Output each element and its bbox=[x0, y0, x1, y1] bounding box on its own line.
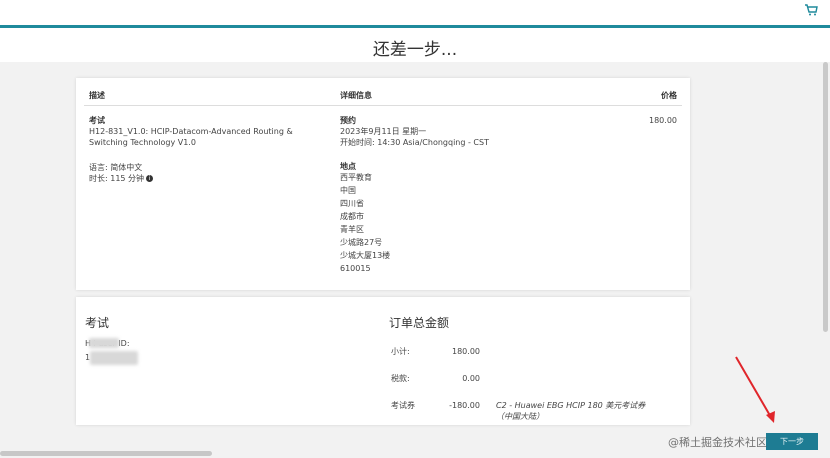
location-line: 西平教育 bbox=[340, 173, 372, 182]
top-bar bbox=[0, 0, 830, 25]
booking-date: 2023年9月11日 星期一 bbox=[340, 127, 427, 136]
next-step-button[interactable]: 下一步 bbox=[766, 433, 818, 450]
exam-name-line2: Switching Technology V1.0 bbox=[89, 138, 196, 147]
redacted-block bbox=[90, 351, 138, 365]
page-title: 还差一步... bbox=[372, 40, 458, 60]
exam-section-title: 考试 bbox=[85, 316, 110, 330]
details-header: 详细信息 bbox=[340, 91, 372, 100]
header-divider bbox=[84, 105, 682, 106]
exam-label: 考试 bbox=[89, 116, 105, 125]
price-value: 180.00 bbox=[649, 116, 677, 125]
horizontal-scrollbar[interactable] bbox=[0, 451, 212, 456]
exam-name-line1: H12-831_V1.0: HCIP-Datacom-Advanced Rout… bbox=[89, 127, 293, 136]
booking-start-time: 开始时间: 14:30 Asia/Chongqing - CST bbox=[340, 138, 489, 147]
location-line: 成都市 bbox=[340, 212, 364, 221]
vertical-scrollbar[interactable] bbox=[823, 62, 828, 332]
exam-language: 语言: 简体中文 bbox=[89, 163, 143, 172]
tax-value: 0.00 bbox=[462, 374, 480, 383]
location-line: 610015 bbox=[340, 264, 371, 273]
order-total-title: 订单总金额 bbox=[389, 316, 450, 330]
tax-label: 税款: bbox=[391, 374, 410, 383]
exam-duration-row: 时长: 115 分钟 i bbox=[89, 173, 154, 184]
exam-duration: 时长: 115 分钟 bbox=[89, 174, 145, 183]
booking-label: 预约 bbox=[340, 116, 356, 125]
location-line: 少城路27号 bbox=[340, 238, 383, 247]
location-line: 中国 bbox=[340, 186, 356, 195]
location-line: 四川省 bbox=[340, 199, 364, 208]
red-arrow-annotation bbox=[735, 356, 775, 423]
voucher-label: 考试券 bbox=[391, 401, 415, 410]
cart-icon[interactable] bbox=[804, 1, 818, 16]
description-header: 描述 bbox=[89, 91, 105, 100]
voucher-value: -180.00 bbox=[449, 401, 480, 410]
order-summary-card: 考试 H i user ID: 1 订单总金额 小计: 180.00 税款: 0… bbox=[76, 297, 690, 425]
price-header: 价格 bbox=[661, 91, 677, 100]
location-line: 青羊区 bbox=[340, 225, 364, 234]
redacted-block bbox=[89, 338, 119, 348]
subtotal-value: 180.00 bbox=[452, 347, 480, 356]
subtotal-label: 小计: bbox=[391, 347, 410, 356]
location-label: 地点 bbox=[340, 162, 356, 171]
order-details-card: 描述 详细信息 价格 考试 H12-831_V1.0: HCIP-Datacom… bbox=[76, 78, 690, 290]
voucher-note: C2 - Huawei EBG HCIP 180 美元考试券（中国大陆） bbox=[496, 401, 646, 421]
location-line: 少城大厦13楼 bbox=[340, 251, 391, 260]
info-icon[interactable]: i bbox=[146, 175, 154, 182]
watermark: @稀土掘金技术社区 bbox=[668, 436, 767, 449]
